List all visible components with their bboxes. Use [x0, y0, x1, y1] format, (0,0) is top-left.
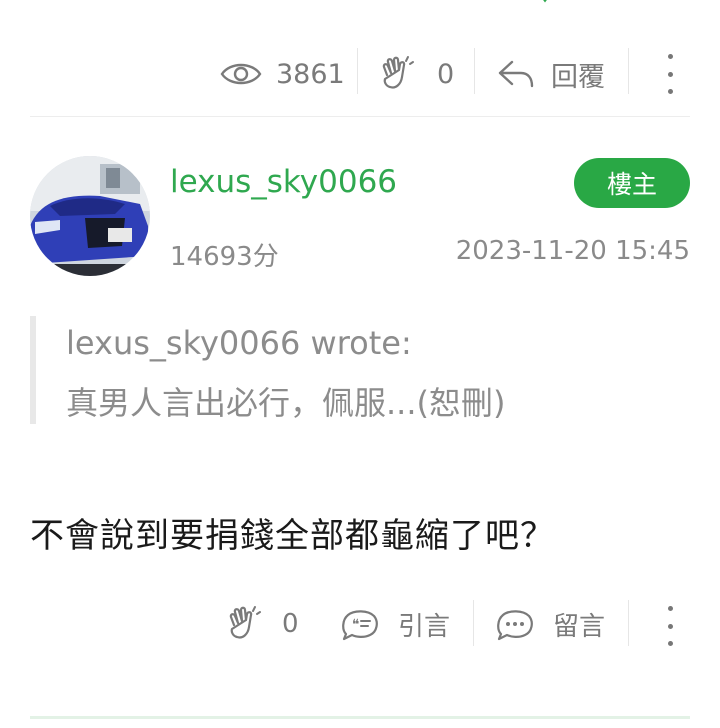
- quote-button[interactable]: ❝ 引言: [340, 596, 450, 652]
- reply-label: 回覆: [551, 61, 605, 93]
- quote-bubble-icon: ❝: [342, 610, 378, 641]
- reply-like-button[interactable]: 0: [226, 596, 299, 652]
- comment-button[interactable]: 留言: [495, 596, 605, 652]
- divider: [628, 600, 629, 646]
- quote-author: lexus_sky0066 wrote:: [66, 324, 412, 362]
- svg-text:❝: ❝: [352, 617, 360, 633]
- avatar-image: [30, 156, 150, 276]
- like-button[interactable]: 0: [379, 42, 454, 106]
- section-divider: [30, 716, 690, 719]
- user-score: 14693分: [170, 242, 279, 272]
- more-vertical-icon[interactable]: [660, 606, 680, 646]
- reply-content: 不會說到要捐錢全部都龜縮了吧？: [30, 516, 555, 556]
- divider: [357, 48, 358, 94]
- views-stat: 3861: [220, 42, 345, 106]
- eye-icon: [220, 63, 262, 85]
- divider: [474, 48, 475, 94]
- clap-icon: [382, 56, 414, 89]
- comment-label: 留言: [553, 611, 606, 642]
- more-vertical-icon[interactable]: [660, 54, 680, 94]
- comment-bubble-icon: [497, 610, 533, 641]
- views-count: 3861: [276, 58, 345, 90]
- like-count: 0: [437, 58, 455, 90]
- reply-arrow-icon: [498, 60, 534, 88]
- avatar[interactable]: [30, 156, 150, 276]
- quote-label: 引言: [398, 611, 451, 642]
- reply-button[interactable]: 回覆: [497, 42, 605, 106]
- section-divider: [30, 116, 690, 117]
- chevron-down-icon[interactable]: [537, 0, 553, 4]
- post-stats-bar: 3861 0 回覆: [0, 42, 720, 106]
- divider: [628, 48, 629, 94]
- divider: [473, 600, 474, 646]
- reply-like-count: 0: [282, 609, 299, 639]
- clap-icon: [229, 606, 261, 639]
- quote-excerpt: 真男人言出必行，佩服...(恕刪): [66, 384, 506, 422]
- op-badge: 樓主: [574, 158, 690, 208]
- quote-block: lexus_sky0066 wrote: 真男人言出必行，佩服...(恕刪): [30, 316, 676, 424]
- post-timestamp: 2023-11-20 15:45: [455, 236, 690, 266]
- username-link[interactable]: lexus_sky0066: [170, 164, 397, 200]
